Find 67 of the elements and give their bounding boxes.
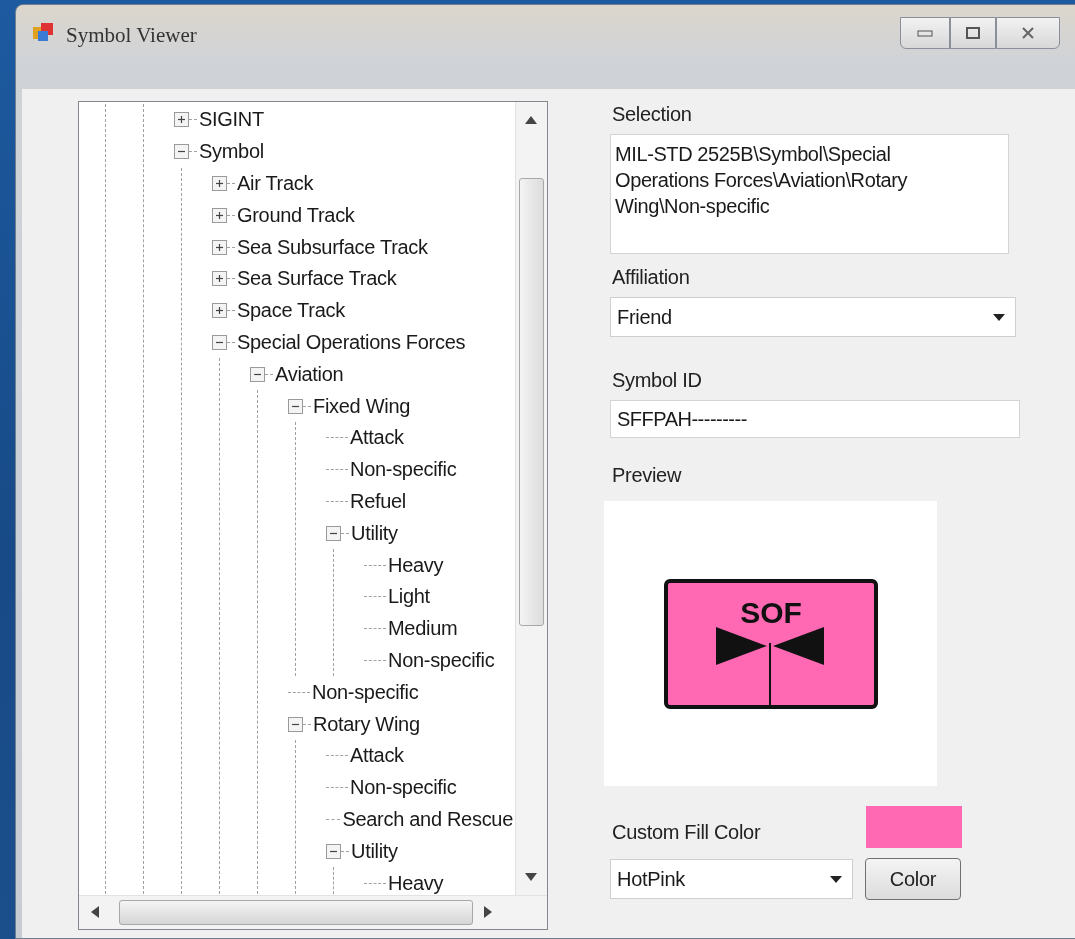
tree-item[interactable]: Search and Rescue	[340, 807, 515, 831]
maximize-icon	[965, 26, 981, 40]
tree-item[interactable]: Fixed Wing	[311, 394, 413, 418]
affiliation-dropdown[interactable]: Friend	[610, 297, 1016, 337]
tree-item[interactable]: Attack	[348, 744, 406, 768]
tree-item[interactable]: Rotary Wing	[311, 712, 422, 736]
tree-item[interactable]: Space Track	[235, 299, 347, 323]
expand-icon[interactable]	[212, 207, 227, 223]
scroll-left-arrow-icon[interactable]	[91, 906, 99, 918]
collapse-icon[interactable]	[326, 525, 341, 541]
collapse-icon[interactable]	[326, 843, 341, 859]
field-label: Affiliation	[612, 266, 691, 289]
tree-item[interactable]: Aviation	[273, 362, 346, 386]
vertical-scrollbar[interactable]	[515, 102, 547, 895]
symbol-id-field[interactable]: SFFPAH---------	[610, 400, 1020, 438]
maximize-button[interactable]	[950, 17, 996, 49]
tree-item[interactable]: Medium	[386, 617, 460, 641]
horizontal-scrollbar[interactable]	[79, 895, 547, 929]
tree-item[interactable]: Non-specific	[386, 648, 497, 672]
selection-field[interactable]: MIL-STD 2525B\Symbol\Special Operations Forces\Aviation\Rotary Wing\Non-specific	[610, 134, 1009, 254]
tree-item[interactable]: Symbol	[197, 140, 266, 164]
expand-icon[interactable]	[212, 303, 227, 319]
tree-item[interactable]: Heavy	[386, 871, 446, 895]
dropdown-value: HotPink	[617, 867, 685, 891]
collapse-icon[interactable]	[174, 144, 189, 160]
tree-item[interactable]: Utility	[349, 521, 400, 545]
tree-item[interactable]: Non-specific	[348, 776, 459, 800]
tree-item[interactable]: Attack	[348, 426, 406, 450]
field-label: Symbol ID	[612, 369, 703, 392]
field-label: Selection	[612, 103, 693, 126]
collapse-icon[interactable]	[250, 366, 265, 382]
close-button[interactable]	[996, 17, 1060, 49]
collapse-icon[interactable]	[288, 398, 303, 414]
dropdown-caret-icon	[830, 875, 842, 883]
tree-item[interactable]: Non-specific	[310, 680, 421, 704]
expand-icon[interactable]	[212, 271, 227, 287]
tree-item[interactable]: Non-specific	[348, 458, 459, 482]
tree-item[interactable]: Sea Surface Track	[235, 267, 399, 291]
scroll-down-arrow-icon[interactable]	[525, 873, 537, 881]
expand-icon[interactable]	[212, 176, 227, 191]
tree-item[interactable]: SIGINT	[197, 108, 266, 132]
tree-item[interactable]: Light	[386, 585, 432, 609]
tree-item[interactable]: Sea Subsurface Track	[235, 235, 430, 259]
symbol-preview-drawing: SOF	[663, 578, 878, 709]
collapse-icon[interactable]	[288, 716, 303, 732]
close-icon	[1020, 25, 1036, 41]
expand-icon[interactable]	[174, 112, 189, 128]
minimize-button[interactable]	[900, 17, 950, 49]
tree-item[interactable]: Ground Track	[235, 203, 357, 227]
scroll-up-arrow-icon[interactable]	[525, 116, 537, 124]
dropdown-caret-icon	[993, 313, 1005, 321]
minimize-icon	[917, 29, 933, 37]
scroll-right-arrow-icon[interactable]	[484, 906, 492, 918]
expand-icon[interactable]	[212, 239, 227, 255]
fill-color-dropdown[interactable]: HotPink	[610, 859, 853, 899]
tree-item[interactable]: Special Operations Forces	[235, 330, 468, 354]
app-icon	[32, 21, 56, 43]
tree-item[interactable]: Refuel	[348, 489, 408, 513]
tree-item[interactable]: Utility	[349, 839, 400, 863]
collapse-icon[interactable]	[212, 334, 227, 350]
window-title: Symbol Viewer	[66, 23, 197, 48]
tree-item[interactable]: Heavy	[386, 553, 446, 577]
field-label: Custom Fill Color	[612, 821, 761, 844]
tree-item[interactable]: Air Track	[235, 172, 316, 195]
field-label: Preview	[612, 464, 683, 487]
color-button[interactable]: Color	[865, 858, 961, 900]
dropdown-value: Friend	[617, 305, 672, 329]
